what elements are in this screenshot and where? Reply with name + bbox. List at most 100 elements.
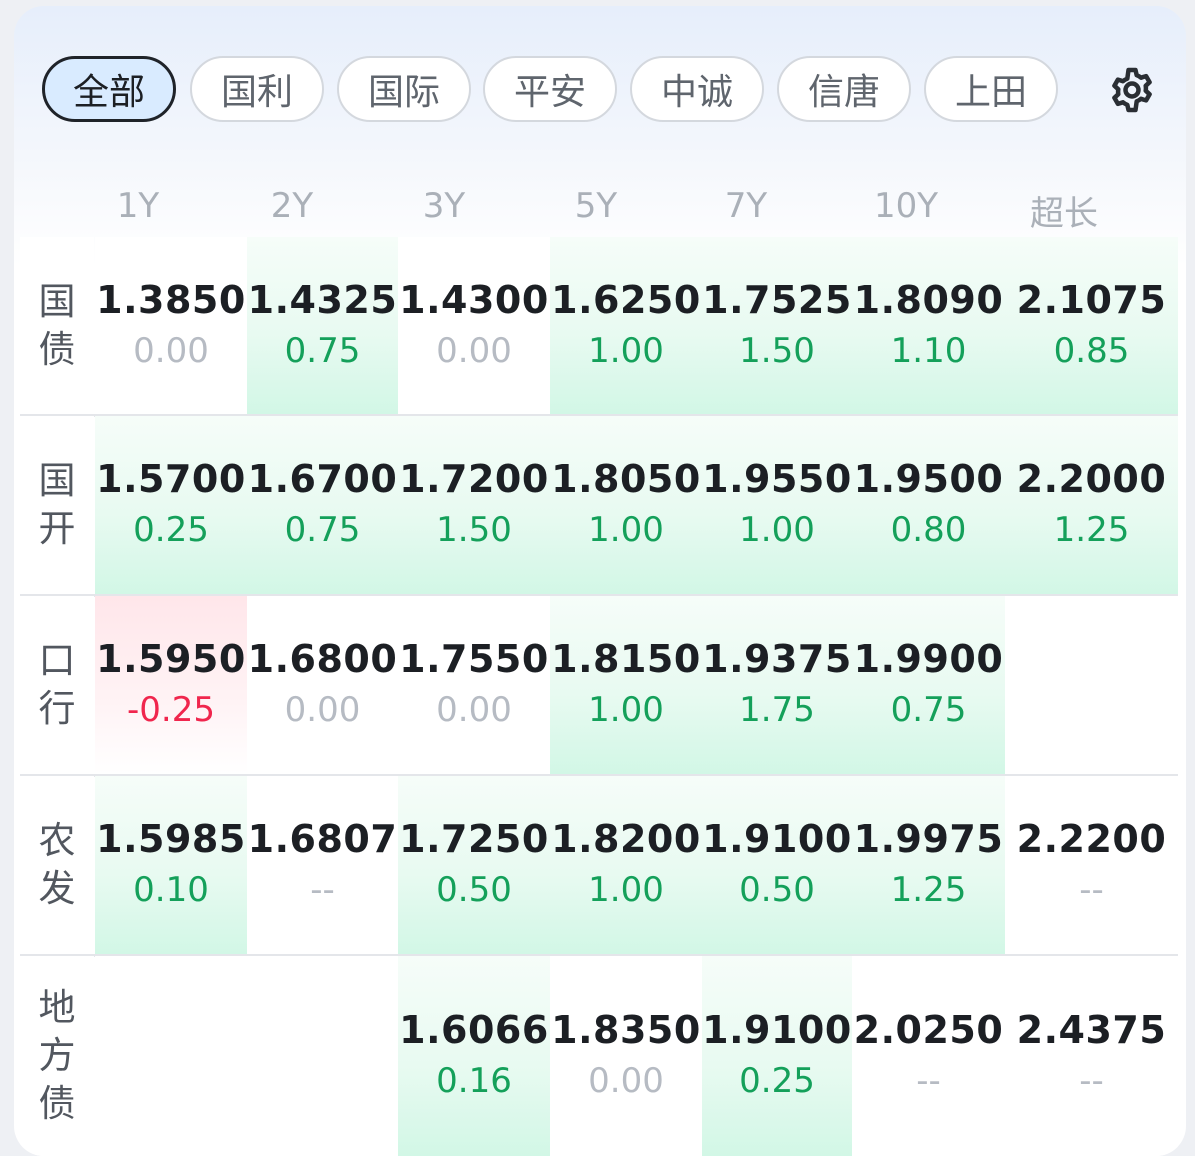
yield-value: 1.6066	[399, 1008, 549, 1052]
yield-value: 1.6250	[551, 277, 701, 322]
yield-value: 1.6800	[247, 637, 398, 681]
change-value: --	[1079, 1061, 1104, 1101]
rate-cell[interactable]: 1.8350 0.00	[550, 956, 702, 1156]
rate-cell[interactable]: 1.6807 --	[247, 776, 398, 954]
tab-xintang[interactable]: 信唐	[777, 56, 911, 122]
change-value: 0.80	[890, 510, 967, 550]
yield-value: 1.5950	[96, 637, 246, 681]
rate-cell[interactable]: 2.2200 --	[1005, 776, 1178, 954]
yield-value: 1.9975	[853, 817, 1004, 861]
rate-cell[interactable]: 2.2000 1.25	[1005, 416, 1178, 594]
yield-value: 1.8090	[853, 277, 1004, 322]
rate-cell[interactable]: 2.0250 --	[852, 956, 1005, 1156]
change-value: 1.00	[588, 870, 664, 910]
yield-value: 2.2200	[1016, 817, 1167, 861]
row-label-char: 发	[38, 867, 76, 910]
yield-value: 1.9900	[853, 637, 1004, 681]
rate-cell[interactable]: 2.4375 --	[1005, 956, 1178, 1156]
rate-cell[interactable]: 1.9900 0.75	[852, 596, 1005, 774]
yield-value: 2.4375	[1016, 1008, 1167, 1052]
rate-cell[interactable]: 1.4325 0.75	[247, 237, 398, 414]
rate-cell[interactable]: 1.5700 0.25	[95, 416, 247, 594]
gear-icon[interactable]	[1108, 66, 1156, 114]
change-value: --	[916, 1061, 941, 1101]
column-header: 7Y	[724, 186, 768, 226]
row-label: 地方债	[20, 956, 94, 1156]
yield-value: 1.9100	[702, 817, 852, 861]
column-header: 1Y	[116, 186, 160, 226]
rate-cell[interactable]: 1.7525 1.50	[702, 237, 852, 414]
change-value: 1.00	[739, 510, 815, 550]
yield-value: 2.0250	[853, 1008, 1004, 1052]
rate-cell[interactable]: 1.8090 1.10	[852, 237, 1005, 414]
change-value: 1.25	[1053, 510, 1130, 550]
yield-value: 1.5985	[96, 817, 246, 861]
tab-bar: 全部 国利 国际 平安 中诚 信唐 上田	[42, 56, 1172, 128]
rate-cell[interactable]: 1.9975 1.25	[852, 776, 1005, 954]
change-value: 0.00	[436, 330, 512, 371]
yield-value: 2.2000	[1016, 457, 1167, 501]
rate-cell[interactable]: 1.9375 1.75	[702, 596, 852, 774]
change-value: 0.00	[284, 690, 361, 730]
row-label-char: 国	[38, 459, 76, 502]
rate-cell[interactable]: 1.6700 0.75	[247, 416, 398, 594]
row-label-char: 口	[38, 639, 76, 682]
rate-cell[interactable]: 1.7200 1.50	[398, 416, 550, 594]
row-label-char: 债	[38, 327, 76, 371]
rate-cell[interactable]: 1.5985 0.10	[95, 776, 247, 954]
row-label-char: 农	[38, 819, 76, 862]
rate-cell[interactable]: 1.7550 0.00	[398, 596, 550, 774]
rate-cell[interactable]: 1.6250 1.00	[550, 237, 702, 414]
yield-value: 2.1075	[1016, 277, 1167, 322]
rate-cell[interactable]: 1.8200 1.00	[550, 776, 702, 954]
change-value: 0.25	[739, 1061, 815, 1101]
yield-value: 1.7525	[702, 277, 852, 322]
rate-cell[interactable]: 1.7250 0.50	[398, 776, 550, 954]
rate-cell[interactable]: 1.8050 1.00	[550, 416, 702, 594]
change-value: 0.10	[133, 870, 209, 910]
rate-cell[interactable]: 1.8150 1.00	[550, 596, 702, 774]
change-value: 1.50	[436, 510, 512, 550]
change-value: 1.00	[588, 510, 664, 550]
rate-cell[interactable]: 1.4300 0.00	[398, 237, 550, 414]
tab-guoji[interactable]: 国际	[337, 56, 471, 122]
rate-cell[interactable]: 2.1075 0.85	[1005, 237, 1178, 414]
column-header: 5Y	[574, 186, 618, 226]
rate-cell[interactable]: 1.9100 0.50	[702, 776, 852, 954]
yield-value: 1.8200	[551, 817, 701, 861]
tab-pingan[interactable]: 平安	[483, 56, 617, 122]
yield-value: 1.3850	[96, 277, 246, 322]
change-value: 1.10	[890, 330, 967, 371]
column-header: 10Y	[873, 186, 939, 226]
yield-value: 1.9500	[853, 457, 1004, 501]
yield-value: 1.7550	[399, 637, 549, 681]
row-label-char: 国	[38, 279, 76, 323]
tab-shangtian[interactable]: 上田	[924, 56, 1058, 122]
rate-cell[interactable]: 1.3850 0.00	[95, 237, 247, 414]
rate-cell[interactable]: 1.6800 0.00	[247, 596, 398, 774]
tab-guoli[interactable]: 国利	[190, 56, 324, 122]
rate-cell[interactable]: 1.5950 -0.25	[95, 596, 247, 774]
row-label-char: 行	[38, 687, 76, 730]
change-value: 0.25	[133, 510, 209, 550]
change-value: 0.00	[436, 690, 512, 730]
row-label-char: 债	[38, 1082, 76, 1125]
rate-cell[interactable]: 1.9100 0.25	[702, 956, 852, 1156]
change-value: 0.50	[739, 870, 815, 910]
tab-all[interactable]: 全部	[42, 56, 176, 122]
yield-card: 全部 国利 国际 平安 中诚 信唐 上田 1Y 2Y 3Y 5Y 7Y 10Y 超长国债 1.3850 0.…	[14, 6, 1186, 1156]
rate-cell[interactable]: 1.6066 0.16	[398, 956, 550, 1156]
row-label: 国开	[20, 416, 94, 594]
yield-value: 1.7200	[399, 457, 549, 501]
rate-cell	[1005, 596, 1178, 774]
row-label: 国债	[20, 237, 94, 414]
change-value: 1.50	[739, 330, 815, 371]
yield-value: 1.7250	[399, 817, 549, 861]
tab-zhongcheng[interactable]: 中诚	[630, 56, 764, 122]
change-value: 0.00	[588, 1061, 664, 1101]
change-value: 0.75	[284, 510, 361, 550]
rate-cell[interactable]: 1.9500 0.80	[852, 416, 1005, 594]
change-value: 0.16	[436, 1061, 512, 1101]
change-value: 0.75	[890, 690, 967, 730]
rate-cell[interactable]: 1.9550 1.00	[702, 416, 852, 594]
